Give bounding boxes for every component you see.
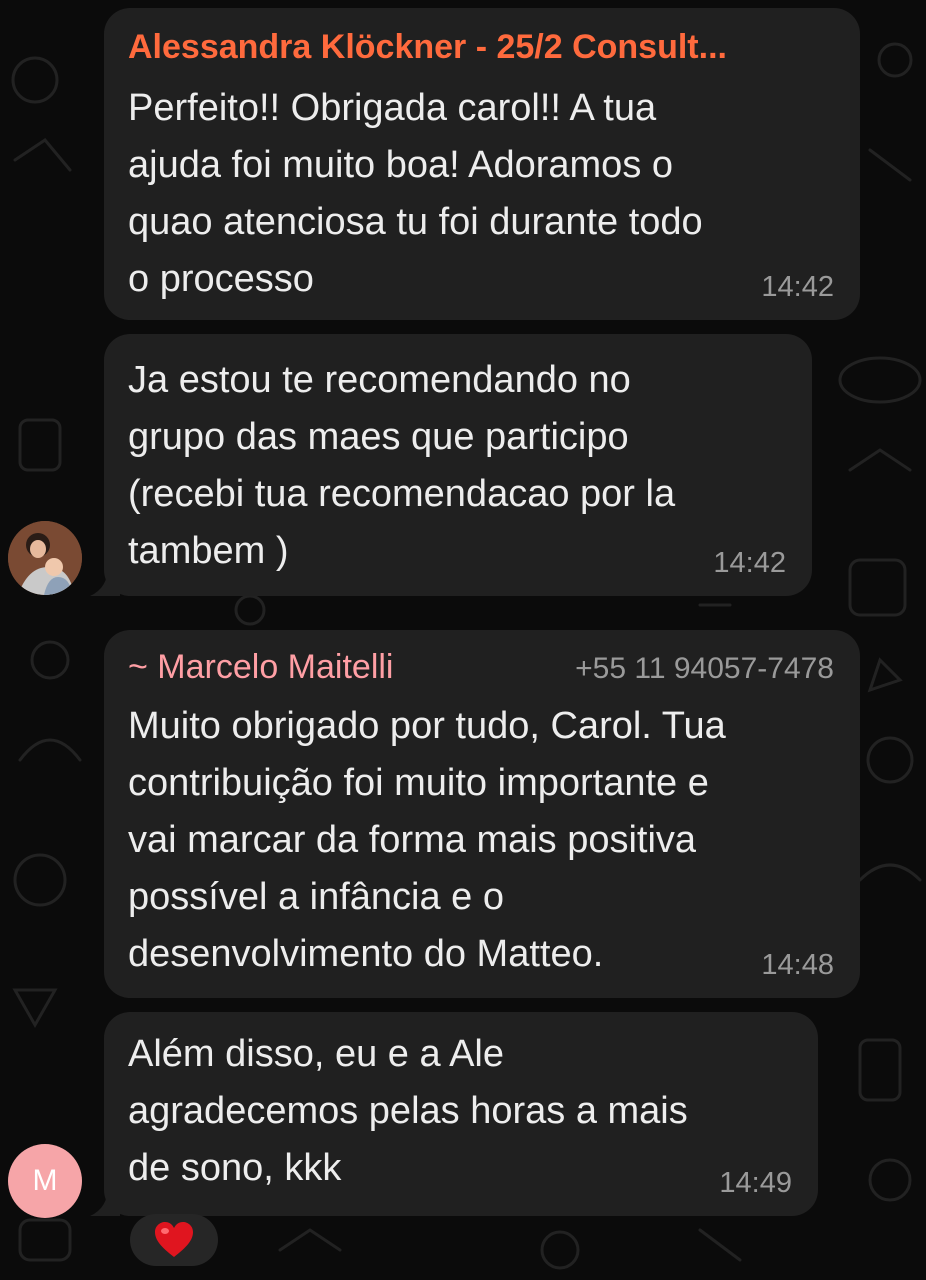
message-text: Além disso, eu e a Ale agradecemos pelas… (128, 1033, 688, 1189)
bubble-tail (90, 1186, 120, 1216)
sender-name[interactable]: Alessandra Klöckner - 25/2 Consult... (128, 28, 727, 67)
message-text: Muito obrigado por tudo, Carol. Tua cont… (128, 705, 726, 975)
message-time: 14:48 (761, 949, 834, 981)
heart-emoji-icon (155, 1222, 193, 1257)
message-text: Perfeito!! Obrigada carol!! A tua ajuda … (128, 87, 703, 300)
sender-avatar-photo[interactable] (8, 521, 82, 595)
message-bubble-alessandra-2[interactable]: Ja estou te recomendando no grupo das ma… (90, 334, 812, 596)
message-bubble-marcelo[interactable]: ~ Marcelo Maitelli +55 11 94057-7478 Mui… (104, 630, 860, 998)
sender-phone[interactable]: +55 11 94057-7478 (575, 652, 834, 686)
sender-name[interactable]: ~ Marcelo Maitelli (128, 648, 393, 687)
sender-avatar-initial[interactable]: M (8, 1144, 82, 1218)
message-time: 14:49 (719, 1167, 792, 1199)
message-bubble-alessandra[interactable]: Alessandra Klöckner - 25/2 Consult... Pe… (104, 8, 860, 320)
reaction-chip[interactable] (130, 1214, 218, 1266)
message-time: 14:42 (761, 271, 834, 303)
avatar-initial: M (32, 1164, 58, 1197)
bubble-tail (90, 566, 120, 596)
message-time: 14:42 (713, 547, 786, 579)
message-text: Ja estou te recomendando no grupo das ma… (128, 359, 676, 572)
avatar-photo-icon (8, 521, 82, 595)
message-bubble-marcelo-2[interactable]: Além disso, eu e a Ale agradecemos pelas… (90, 1012, 818, 1216)
